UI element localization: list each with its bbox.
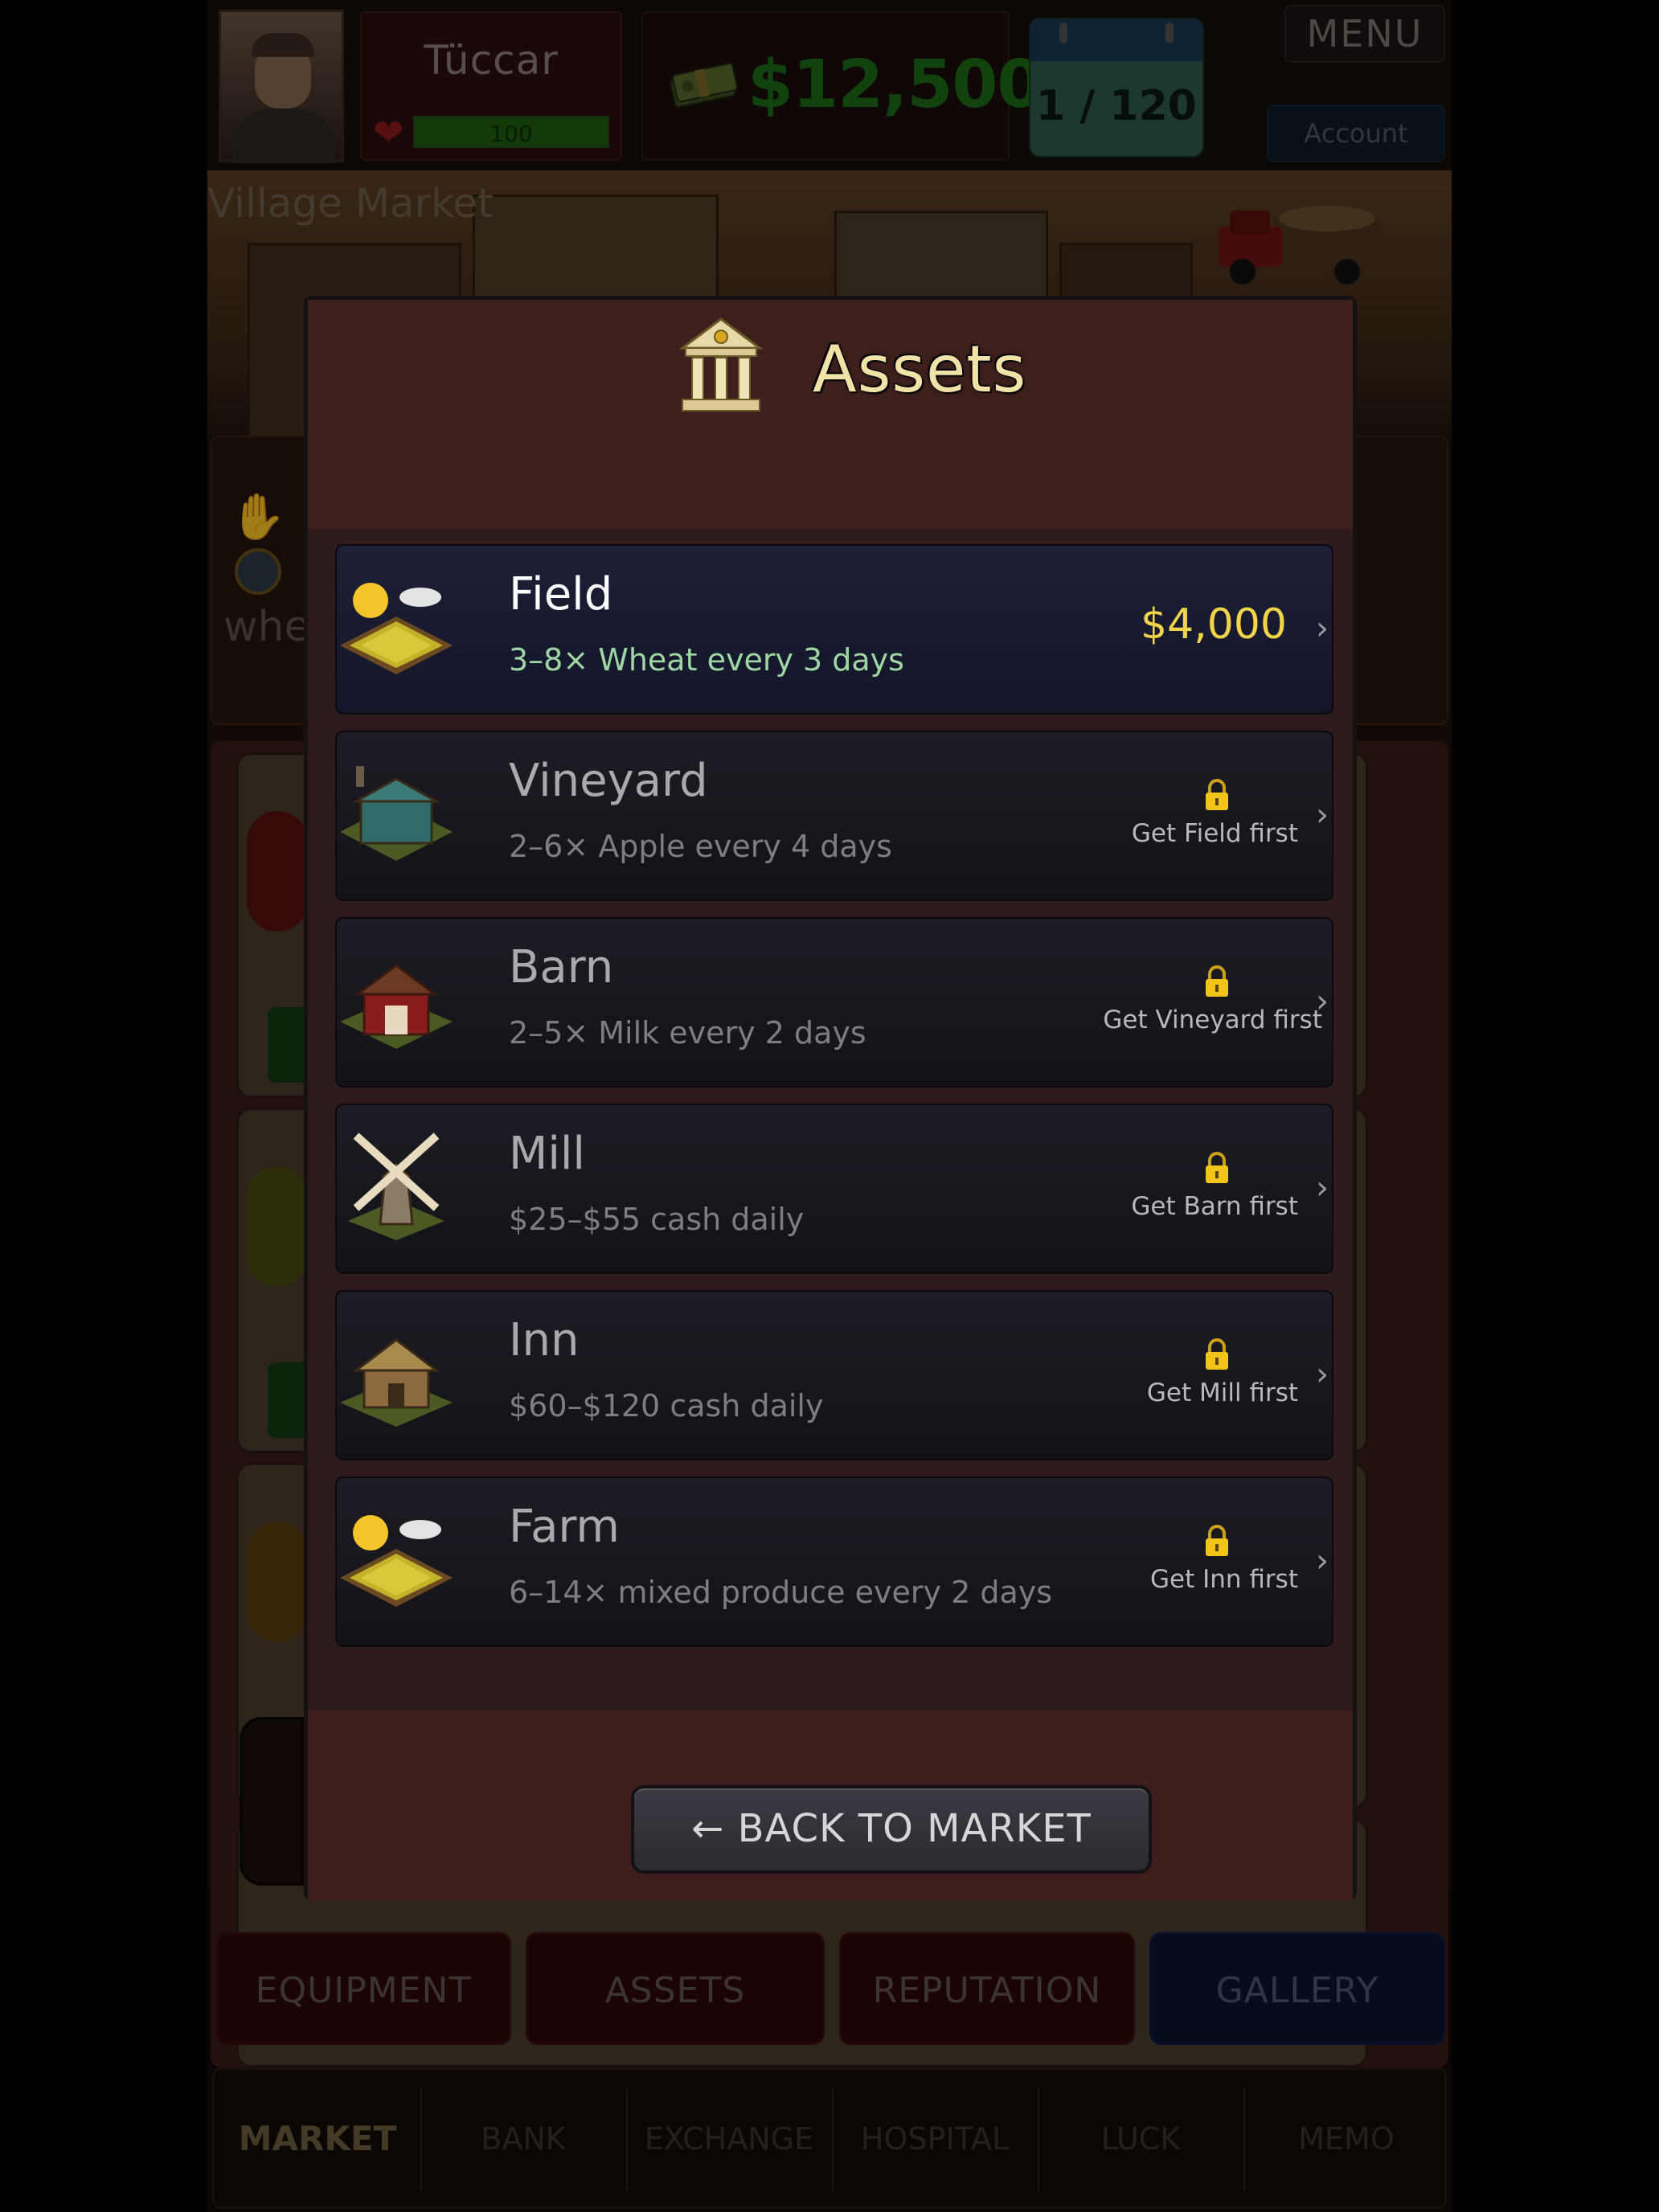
asset-yield: 2–5× Milk every 2 days bbox=[509, 1015, 866, 1051]
modal-header: Assets bbox=[308, 300, 1353, 530]
asset-name: Inn bbox=[509, 1314, 580, 1366]
assets-list: Field 3–8× Wheat every 3 days $4,000 › V… bbox=[308, 530, 1353, 1711]
lock-icon bbox=[1206, 1525, 1228, 1556]
asset-name: Barn bbox=[509, 941, 614, 993]
chevron-right-icon: › bbox=[1316, 610, 1329, 647]
barn-icon bbox=[340, 964, 453, 1049]
inn-icon bbox=[340, 1338, 453, 1427]
asset-row-vineyard[interactable]: Vineyard 2–6× Apple every 4 days Get Fie… bbox=[335, 731, 1333, 901]
lock-requirement: Get Inn first bbox=[1150, 1565, 1298, 1594]
lock-requirement: Get Mill first bbox=[1146, 1378, 1298, 1407]
field-icon bbox=[340, 583, 453, 674]
lock-icon bbox=[1206, 1152, 1228, 1183]
asset-row-barn[interactable]: Barn 2–5× Milk every 2 days Get Vineyard… bbox=[335, 917, 1333, 1088]
asset-yield: $25–$55 cash daily bbox=[509, 1202, 805, 1237]
windmill-icon bbox=[348, 1133, 444, 1240]
back-to-market-button[interactable]: ← BACK TO MARKET bbox=[631, 1785, 1152, 1874]
asset-yield: $60–$120 cash daily bbox=[509, 1388, 824, 1423]
greenhouse-icon bbox=[340, 766, 453, 861]
lock-requirement: Get Field first bbox=[1131, 819, 1298, 848]
asset-yield: 6–14× mixed produce every 2 days bbox=[509, 1575, 1053, 1610]
asset-row-mill[interactable]: Mill $25–$55 cash daily Get Barn first › bbox=[335, 1104, 1333, 1274]
chevron-right-icon: › bbox=[1316, 983, 1329, 1020]
lock-icon bbox=[1206, 779, 1228, 810]
assets-modal: Assets Field 3–8× Wheat every 3 days $4,… bbox=[304, 296, 1357, 1900]
asset-name: Farm bbox=[509, 1501, 620, 1553]
chevron-right-icon: › bbox=[1316, 1542, 1329, 1579]
asset-name: Mill bbox=[509, 1128, 585, 1180]
chevron-right-icon: › bbox=[1316, 797, 1329, 834]
asset-name: Field bbox=[509, 568, 613, 621]
modal-title: Assets bbox=[813, 332, 1027, 407]
bank-building-icon bbox=[679, 317, 763, 412]
asset-yield: 2–6× Apple every 4 days bbox=[509, 829, 892, 864]
asset-row-farm[interactable]: Farm 6–14× mixed produce every 2 days Ge… bbox=[335, 1477, 1333, 1647]
lock-requirement: Get Vineyard first bbox=[1103, 1006, 1322, 1034]
asset-yield: 3–8× Wheat every 3 days bbox=[509, 642, 904, 678]
farm-icon bbox=[340, 1515, 453, 1607]
asset-row-inn[interactable]: Inn $60–$120 cash daily Get Mill first › bbox=[335, 1290, 1333, 1460]
asset-row-field[interactable]: Field 3–8× Wheat every 3 days $4,000 › bbox=[335, 544, 1333, 715]
lock-icon bbox=[1206, 1338, 1228, 1370]
chevron-right-icon: › bbox=[1316, 1169, 1329, 1206]
lock-requirement: Get Barn first bbox=[1131, 1192, 1298, 1221]
lock-icon bbox=[1206, 965, 1228, 997]
asset-name: Vineyard bbox=[509, 755, 708, 807]
asset-price: $4,000 bbox=[1141, 600, 1287, 649]
chevron-right-icon: › bbox=[1316, 1356, 1329, 1393]
